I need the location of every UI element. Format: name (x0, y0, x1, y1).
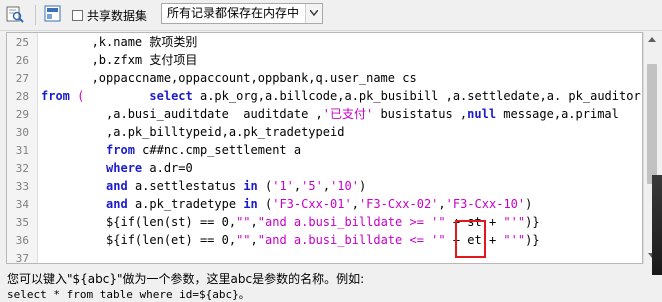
sql-string: '已支付' (322, 107, 374, 121)
sql-string: "" (236, 215, 251, 229)
line-number: 30 (15, 126, 29, 139)
sql-keyword: null (467, 107, 497, 121)
sql-text: )} (525, 233, 540, 247)
sql-text: ( (257, 179, 273, 193)
share-dataset-option[interactable]: 共享数据集 (72, 6, 147, 24)
sql-text: , (250, 215, 258, 229)
code-line[interactable]: 35 ${if(len(st) == 0,"","and a.busi_bill… (7, 213, 642, 231)
code-line[interactable]: 29 ,a.busi_auditdate auditdate ,'已支付' bu… (7, 105, 642, 123)
background-window-edge (652, 175, 662, 275)
help-line-1: 您可以键入"${abc}"做为一个参数，这里abc是参数的名称。例如: (7, 272, 365, 286)
sql-text: busistatus , (373, 107, 468, 121)
line-number: 28 (15, 90, 29, 103)
sql-string: "" (236, 233, 251, 247)
sql-string: 'F3-Cxx-01' (272, 197, 352, 211)
sql-text: a.pk_tradetype (127, 197, 244, 211)
toolbar: 共享数据集 所有记录都保存在内存中 (0, 0, 662, 31)
line-number: 25 (15, 36, 29, 49)
sql-text: a.dr=0 (142, 161, 193, 175)
search-dataset-icon[interactable] (6, 5, 24, 23)
code-lines: 25 ,k.name 款项类别 26 ,b.zfxm 支付项目 27 ,oppacc… (7, 33, 642, 264)
sql-text: ,oppaccname,oppaccount,oppbank,q.user_na… (41, 71, 417, 85)
sql-keyword: in (243, 197, 258, 211)
sql-text: a.settlestatus (127, 179, 244, 193)
code-line[interactable]: 34 and a.pk_tradetype in ('F3-Cxx-01','F… (7, 195, 642, 213)
sql-keyword: from (41, 89, 70, 103)
line-number: 35 (15, 216, 29, 229)
sql-string: 'F3-Cxx-10' (445, 197, 526, 211)
sql-text: ,b.zfxm 支付项目 (41, 53, 198, 67)
sql-string: "and a.busi_billdate >= '" (257, 215, 446, 229)
sql-string: ( (69, 89, 150, 103)
storage-mode-select[interactable]: 所有记录都保存在内存中 (161, 3, 323, 24)
sql-string: 'F3-Cxx-02' (358, 197, 439, 211)
sql-text: message,a.primal (496, 107, 619, 121)
sql-text: ) (358, 179, 367, 193)
sql-text: ,a.pk_billtypeid,a.pk_tradetypeid (41, 125, 345, 139)
sql-text: , (351, 197, 359, 211)
sql-string: "'" (503, 233, 526, 247)
code-line[interactable]: 25 ,k.name 款项类别 (7, 33, 642, 51)
sql-keyword: and (106, 179, 128, 193)
scroll-up-icon[interactable] (644, 32, 660, 48)
sql-text: + et + (445, 233, 504, 247)
line-number: 36 (15, 234, 29, 247)
code-line[interactable]: 31 from c##nc.cmp_settlement a (7, 141, 642, 159)
code-line[interactable]: 28 from ( select a.pk_org,a.billcode,a.pk… (7, 87, 642, 105)
toolbar-separator (35, 5, 36, 25)
line-number: 31 (15, 144, 29, 157)
sql-keyword: select (149, 89, 193, 103)
code-line[interactable]: 27 ,oppaccname,oppaccount,oppbank,q.user… (7, 69, 642, 87)
line-number: 32 (15, 162, 29, 175)
scrollbar-thumb[interactable] (647, 64, 657, 184)
line-number: 33 (15, 180, 29, 193)
sql-text: ) (525, 197, 533, 211)
line-number: 26 (15, 54, 29, 67)
sql-keyword: in (243, 179, 258, 193)
code-line[interactable]: 33 and a.settlestatus in ('1','5','10') (7, 177, 642, 195)
sql-text: , (438, 197, 446, 211)
line-number: 37 (15, 252, 29, 264)
preview-icon[interactable] (44, 5, 62, 23)
share-dataset-label: 共享数据集 (87, 8, 148, 23)
sql-text: , (250, 233, 258, 247)
sql-text: ,k.name 款项类别 (41, 35, 198, 49)
line-number: 27 (15, 72, 29, 85)
sql-string: '10' (330, 179, 359, 193)
sql-text: )} (525, 215, 540, 229)
sql-text: , (322, 179, 331, 193)
sql-keyword: where (106, 161, 143, 175)
sql-keyword: from (106, 143, 135, 157)
sql-text: + st + (445, 215, 504, 229)
parameter-help-text: 您可以键入"${abc}"做为一个参数，这里abc是参数的名称。例如: sele… (7, 272, 364, 302)
help-line-2: select * from table where id=${abc}。 (7, 288, 250, 301)
share-dataset-checkbox[interactable] (72, 9, 83, 21)
sql-text: ( (257, 197, 273, 211)
code-line[interactable]: 37 (7, 249, 642, 264)
sql-string: '1' (272, 179, 294, 193)
sql-text: ,a.busi_auditdate auditdate , (41, 107, 323, 121)
code-line[interactable]: 26 ,b.zfxm 支付项目 (7, 51, 642, 69)
sql-editor[interactable]: 25 ,k.name 款项类别 26 ,b.zfxm 支付项目 27 ,oppacc… (6, 32, 643, 264)
code-line[interactable]: 30 ,a.pk_billtypeid,a.pk_tradetypeid (7, 123, 642, 141)
sql-text: c##nc.cmp_settlement a (134, 143, 302, 157)
code-line[interactable]: 36 ${if(len(et) == 0,"","and a.busi_bill… (7, 231, 642, 249)
sql-string: "and a.busi_billdate <= '" (257, 233, 446, 247)
sql-string: "'" (503, 215, 526, 229)
sql-text: ${if(len(et) == 0, (41, 233, 237, 247)
sql-text: ${if(len(st) == 0, (41, 215, 237, 229)
sql-string: '5' (301, 179, 323, 193)
line-number: 29 (15, 108, 29, 121)
sql-text: a.pk_org,a.billcode,a.pk_busibill ,a.set… (192, 89, 641, 103)
line-number: 34 (15, 198, 29, 211)
chevron-down-icon[interactable] (305, 4, 322, 23)
code-line[interactable]: 32 where a.dr=0 (7, 159, 642, 177)
storage-mode-value: 所有记录都保存在内存中 (167, 6, 300, 20)
sql-keyword: and (106, 197, 128, 211)
